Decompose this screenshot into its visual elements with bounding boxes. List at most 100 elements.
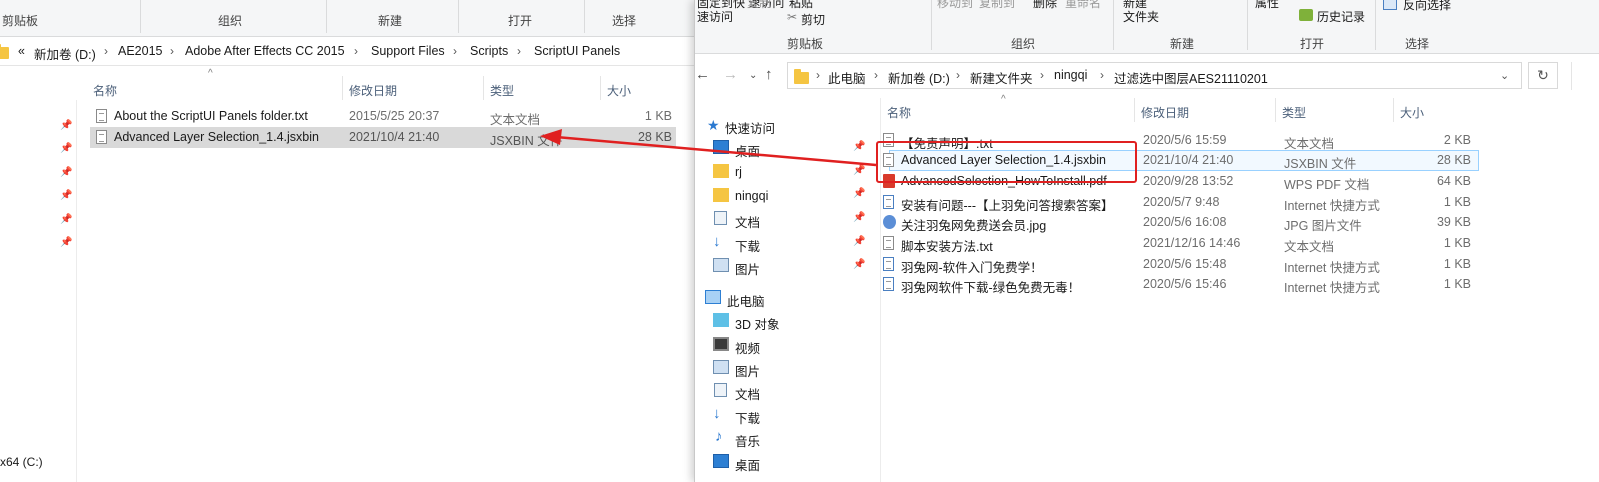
column-divider[interactable] xyxy=(1134,98,1135,122)
ribbon-group-new[interactable]: 新建 xyxy=(360,12,420,29)
file-row[interactable]: 羽兔网-软件入门免费学！ 2020/5/6 15:48 Internet 快捷方… xyxy=(883,254,1479,275)
file-row[interactable]: 安装有问题---【上羽免问答搜索答案】 2020/5/7 9:48 Intern… xyxy=(883,192,1479,213)
breadcrumb-separator: › xyxy=(453,44,457,58)
scrollbar-track[interactable] xyxy=(1571,62,1599,90)
music-icon: ♪ xyxy=(715,428,723,445)
column-header-date[interactable]: 修改日期 xyxy=(1141,104,1189,121)
copy-button[interactable]: 复制 xyxy=(747,0,771,11)
column-header-type[interactable]: 类型 xyxy=(1282,104,1306,121)
breadcrumb-item[interactable]: AE2015 xyxy=(118,44,162,58)
move-to-button[interactable]: 移动到 xyxy=(937,0,973,11)
breadcrumb-separator: › xyxy=(517,44,521,58)
breadcrumb-item[interactable]: 过滤选中图层AES21110201 xyxy=(1114,68,1268,87)
delete-button[interactable]: 删除 xyxy=(1033,0,1057,11)
ribbon-divider xyxy=(458,0,459,33)
file-row-selected[interactable]: Advanced Layer Selection_1.4.jsxbin 2021… xyxy=(90,127,676,148)
history-button[interactable]: 历史记录 xyxy=(1317,8,1365,25)
breadcrumb-item[interactable]: Support Files xyxy=(371,44,445,58)
documents-icon xyxy=(714,211,727,225)
properties-button[interactable]: 属性 xyxy=(1255,0,1279,11)
nav-item-label: 音乐 xyxy=(735,435,761,449)
column-header-size[interactable]: 大小 xyxy=(1400,104,1424,121)
ribbon-divider xyxy=(1247,0,1248,50)
right-explorer-window: 固定到快 速访问 速访问 复制 粘贴 ✂ 剪切 剪贴板 移动到 复制到 删除 重… xyxy=(694,0,1599,482)
left-address-bar[interactable]: « 新加卷 (D:) › AE2015 › Adobe After Effect… xyxy=(0,37,694,66)
pin-icon: 📌 xyxy=(60,167,73,178)
column-divider[interactable] xyxy=(1275,98,1276,122)
column-header-name[interactable]: 名称 xyxy=(887,104,911,121)
file-date: 2020/5/7 9:48 xyxy=(1143,195,1220,209)
breadcrumb-item[interactable]: ningqi xyxy=(1054,68,1087,82)
nav-item-label: 3D 对象 xyxy=(735,318,780,332)
pin-icon: 📌 xyxy=(853,212,866,223)
internet-shortcut-icon xyxy=(883,195,894,209)
column-header-name[interactable]: 名称 xyxy=(93,82,117,99)
documents-icon xyxy=(714,383,727,397)
pin-icon: 📌 xyxy=(853,165,866,176)
file-date: 2020/5/6 15:48 xyxy=(1143,257,1227,271)
column-divider[interactable] xyxy=(600,76,601,100)
nav-item-label: 文档 xyxy=(735,388,761,402)
breadcrumb-item[interactable]: 此电脑 xyxy=(828,68,866,87)
column-divider[interactable] xyxy=(342,76,343,100)
file-name: 脚本安装方法.txt xyxy=(901,240,993,254)
cut-button[interactable]: 剪切 xyxy=(801,11,825,28)
folder-icon xyxy=(713,164,729,178)
address-bar[interactable]: › 此电脑 › 新加卷 (D:) › 新建文件夹 › ningqi › 过滤选中… xyxy=(787,62,1522,89)
breadcrumb-item[interactable]: 新建文件夹 xyxy=(970,68,1033,87)
copy-to-button[interactable]: 复制到 xyxy=(979,0,1015,11)
column-header-date[interactable]: 修改日期 xyxy=(349,82,397,99)
file-date: 2021/12/16 14:46 xyxy=(1143,236,1241,250)
breadcrumb-overflow[interactable]: « xyxy=(18,44,25,58)
recent-chevron-down-icon[interactable]: ⌄ xyxy=(749,70,757,81)
breadcrumb-separator: › xyxy=(1040,68,1044,82)
column-header-type[interactable]: 类型 xyxy=(490,82,514,99)
chevron-down-icon[interactable]: ⌄ xyxy=(1500,69,1509,82)
file-row[interactable]: 脚本安装方法.txt 2021/12/16 14:46 文本文档 1 KB xyxy=(883,233,1479,254)
ribbon-divider xyxy=(140,0,141,33)
navigation-bar: ← → ⌄ ↑ › 此电脑 › 新加卷 (D:) › 新建文件夹 › ningq… xyxy=(695,60,1599,92)
ribbon-group-new: 新建 xyxy=(1170,37,1195,51)
file-type: JSXBIN 文件 xyxy=(1284,157,1357,171)
ribbon-group-open[interactable]: 打开 xyxy=(490,12,550,29)
file-size: 1 KB xyxy=(644,109,672,123)
column-header-size[interactable]: 大小 xyxy=(607,82,631,99)
invert-select-button[interactable]: 反向选择 xyxy=(1403,0,1451,13)
back-arrow-icon[interactable]: ← xyxy=(695,66,710,83)
star-icon: ★ xyxy=(707,117,720,133)
file-type: JSXBIN 文件 xyxy=(490,134,563,148)
ribbon-group-select[interactable]: 选择 xyxy=(594,12,654,29)
ribbon-group-clipboard[interactable]: 剪贴板 xyxy=(0,12,40,29)
up-arrow-icon[interactable]: ↑ xyxy=(765,66,773,83)
file-date: 2020/5/6 15:46 xyxy=(1143,277,1227,291)
file-name: 羽兔网软件下载-绿色免费无毒！ xyxy=(901,281,1081,295)
file-row[interactable]: About the ScriptUI Panels folder.txt 201… xyxy=(90,106,676,127)
refresh-button[interactable]: ↻ xyxy=(1528,62,1558,89)
file-size: 28 KB xyxy=(1436,153,1471,167)
forward-arrow-icon[interactable]: → xyxy=(723,66,738,83)
drive-c-label[interactable]: x64 (C:) xyxy=(0,455,43,469)
file-date: 2020/5/6 15:59 xyxy=(1143,133,1227,147)
ribbon-group-organize[interactable]: 组织 xyxy=(200,12,260,29)
jpg-icon xyxy=(883,215,896,229)
nav-item-label: rj xyxy=(735,165,742,179)
new-folder-button-line2[interactable]: 文件夹 xyxy=(1123,8,1159,25)
rename-button[interactable]: 重命名 xyxy=(1065,0,1101,11)
breadcrumb-item[interactable]: ScriptUI Panels xyxy=(534,44,620,58)
computer-icon xyxy=(705,290,721,304)
file-icon xyxy=(96,130,107,144)
breadcrumb-item[interactable]: 新加卷 (D:) xyxy=(888,68,950,87)
file-row[interactable]: 关注羽兔网免费送会员.jpg 2020/5/6 16:08 JPG 图片文件 3… xyxy=(883,212,1479,233)
right-ribbon: 固定到快 速访问 速访问 复制 粘贴 ✂ 剪切 剪贴板 移动到 复制到 删除 重… xyxy=(695,0,1599,54)
ribbon-group-select: 选择 xyxy=(1405,37,1430,51)
breadcrumb-item[interactable]: Scripts xyxy=(470,44,508,58)
column-divider[interactable] xyxy=(483,76,484,100)
nav-item-label: 桌面 xyxy=(735,459,761,473)
breadcrumb-item[interactable]: Adobe After Effects CC 2015 xyxy=(185,44,345,58)
pin-quick-access-button-line2[interactable]: 速访问 xyxy=(697,8,733,25)
column-divider[interactable] xyxy=(1393,98,1394,122)
ribbon-divider xyxy=(1113,0,1114,50)
file-row[interactable]: 羽兔网软件下载-绿色免费无毒！ 2020/5/6 15:46 Internet … xyxy=(883,274,1479,295)
breadcrumb-item[interactable]: 新加卷 (D:) xyxy=(34,44,96,63)
internet-shortcut-icon xyxy=(883,257,894,271)
